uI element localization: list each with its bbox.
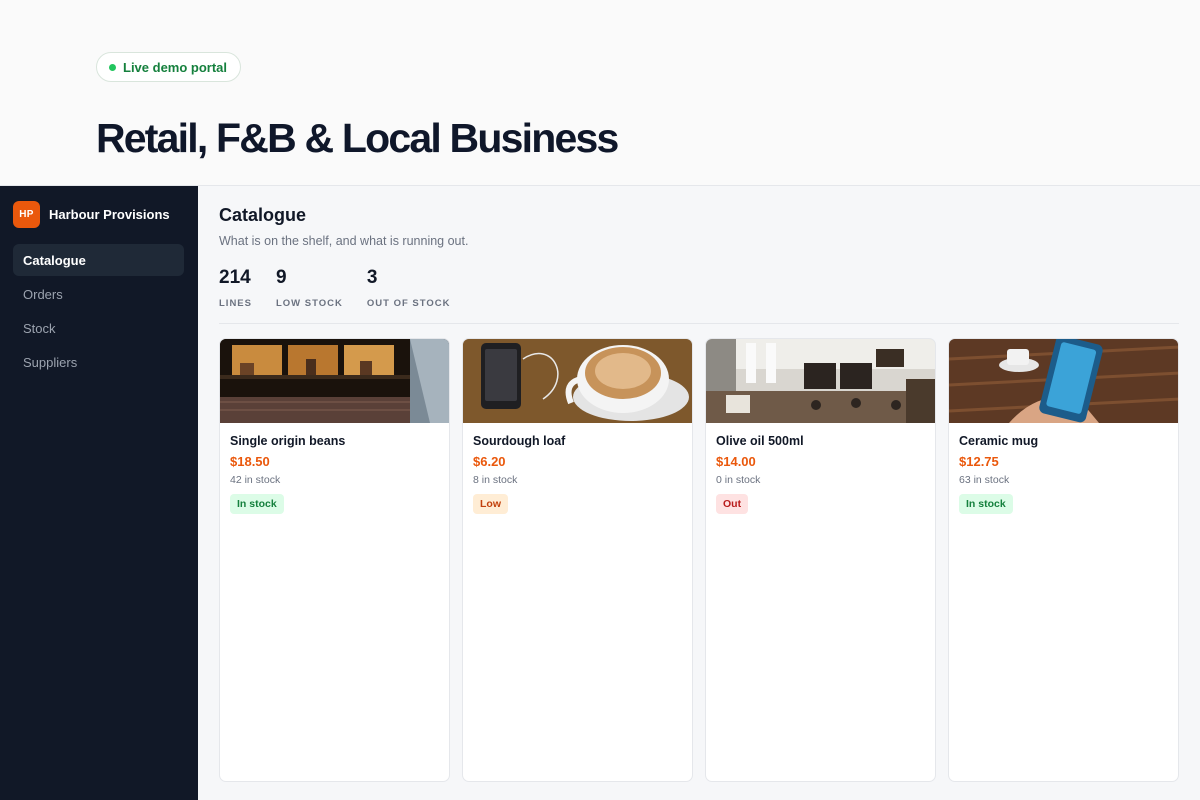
status-badge: Low (473, 494, 508, 514)
cafe-interior-illustration (706, 339, 935, 423)
divider (219, 323, 1179, 324)
sidebar: HP Harbour Provisions Catalogue Orders S… (0, 186, 198, 800)
stat-lines: 214 LINES (219, 267, 252, 309)
main-content: Catalogue What is on the shelf, and what… (198, 186, 1200, 800)
sidebar-item-catalogue[interactable]: Catalogue (13, 244, 184, 276)
stat-value: 9 (275, 267, 287, 288)
hand-phone-illustration (949, 339, 1178, 423)
page-header: Live demo portal Retail, F&B & Local Bus… (0, 0, 1200, 186)
product-stock-count: 63 in stock (959, 474, 1010, 486)
page-subtitle: What is on the shelf, and what is runnin… (219, 234, 469, 248)
stat-label: LINES (219, 298, 252, 309)
stat-value: 214 (219, 267, 251, 288)
product-card[interactable]: Sourdough loaf $6.20 8 in stock Low (462, 338, 693, 782)
hero-title: Retail, F&B & Local Business (96, 115, 619, 161)
stats-row: 214 LINES 9 LOW STOCK 3 OUT OF STOCK (219, 267, 474, 309)
product-card[interactable]: Ceramic mug $12.75 63 in stock In stock (948, 338, 1179, 782)
stat-out-of-stock: 3 OUT OF STOCK (367, 267, 451, 309)
coffee-cup-phone-photo (463, 339, 692, 423)
stat-label: LOW STOCK (275, 298, 343, 309)
product-card-body: Olive oil 500ml $14.00 0 in stock Out (706, 423, 935, 525)
product-price: $6.20 (473, 454, 506, 469)
coffee-cup-illustration (463, 339, 692, 423)
product-price: $12.75 (959, 454, 999, 469)
product-stock-count: 42 in stock (230, 474, 281, 486)
hand-phone-table-photo (949, 339, 1178, 423)
product-price: $14.00 (716, 454, 756, 469)
product-card[interactable]: Single origin beans $18.50 42 in stock I… (219, 338, 450, 782)
stat-value: 3 (366, 267, 378, 288)
brand[interactable]: HP Harbour Provisions (13, 201, 170, 228)
sidebar-item-orders[interactable]: Orders (13, 278, 184, 310)
product-price: $18.50 (230, 454, 270, 469)
product-name: Single origin beans (230, 434, 346, 448)
cafe-interior-photo (706, 339, 935, 423)
product-card[interactable]: Olive oil 500ml $14.00 0 in stock Out (705, 338, 936, 782)
sidebar-nav: Catalogue Orders Stock Suppliers (13, 244, 184, 380)
sidebar-item-suppliers[interactable]: Suppliers (13, 346, 184, 378)
product-card-body: Single origin beans $18.50 42 in stock I… (220, 423, 449, 525)
sidebar-item-stock[interactable]: Stock (13, 312, 184, 344)
product-stock-count: 0 in stock (716, 474, 761, 486)
status-dot-icon (109, 63, 116, 71)
product-grid: Single origin beans $18.50 42 in stock I… (219, 338, 1179, 782)
product-stock-count: 8 in stock (473, 474, 518, 486)
product-name: Ceramic mug (959, 434, 1039, 448)
brand-name: Harbour Provisions (49, 207, 170, 222)
stat-label: OUT OF STOCK (366, 298, 451, 309)
cafe-window-photo (220, 339, 449, 423)
status-badge: In stock (959, 494, 1013, 514)
brand-logo: HP (13, 201, 40, 228)
page-title: Catalogue (219, 205, 307, 225)
product-card-body: Sourdough loaf $6.20 8 in stock Low (463, 423, 692, 525)
status-badge: Out (716, 494, 749, 514)
product-name: Sourdough loaf (473, 434, 566, 448)
live-demo-badge: Live demo portal (96, 52, 242, 82)
live-demo-badge-label: Live demo portal (123, 59, 228, 75)
cafe-window-illustration (220, 339, 449, 423)
stat-low-stock: 9 LOW STOCK (276, 267, 343, 309)
status-badge: In stock (230, 494, 284, 514)
product-name: Olive oil 500ml (716, 434, 804, 448)
product-card-body: Ceramic mug $12.75 63 in stock In stock (949, 423, 1178, 525)
